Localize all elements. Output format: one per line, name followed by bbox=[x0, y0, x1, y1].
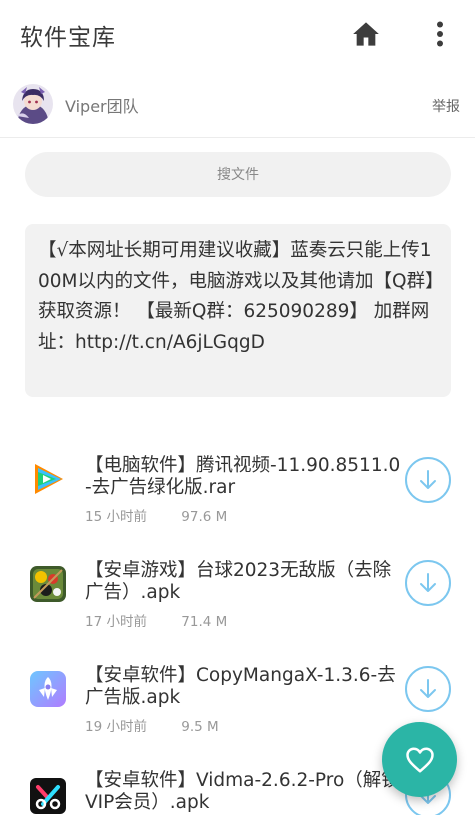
download-button[interactable] bbox=[405, 560, 451, 606]
avatar-image bbox=[13, 84, 53, 124]
uploader-row: Viper团队 举报 bbox=[0, 80, 475, 138]
file-size: 9.5 M bbox=[181, 719, 219, 735]
file-meta: 17 小时前 71.4 M bbox=[85, 610, 227, 630]
avatar[interactable] bbox=[13, 84, 53, 124]
file-time: 15 小时前 bbox=[85, 509, 147, 525]
favorite-fab[interactable] bbox=[382, 722, 457, 797]
file-size: 97.6 M bbox=[181, 509, 228, 525]
app-bar: 软件宝库 bbox=[0, 0, 475, 68]
file-list-item[interactable]: 【安卓游戏】台球2023无敌版（去除广告）.apk 17 小时前 71.4 M bbox=[0, 545, 475, 645]
file-meta: 19 小时前 9.5 M bbox=[85, 715, 219, 735]
tencent-video-icon bbox=[35, 464, 63, 494]
download-button[interactable] bbox=[405, 457, 451, 503]
file-list-item[interactable]: 【电脑软件】腾讯视频-11.90.8511.0-去广告绿化版.rar 15 小时… bbox=[0, 440, 475, 540]
app-title: 软件宝库 bbox=[20, 25, 116, 51]
file-time: 19 小时前 bbox=[85, 719, 147, 735]
file-name: 【安卓软件】CopyMangaX-1.3.6-去广告版.apk bbox=[85, 665, 396, 708]
copymanga-icon bbox=[30, 671, 66, 707]
heart-icon bbox=[405, 747, 434, 772]
download-arrow-icon bbox=[420, 573, 436, 592]
page: 软件宝库 Viper团队 举报 搜文件 【√本网址长期可用建议收藏】蓝奏云只能上… bbox=[0, 0, 475, 815]
report-link[interactable]: 举报 bbox=[432, 96, 460, 116]
download-arrow-icon bbox=[420, 679, 436, 698]
vidma-icon bbox=[30, 778, 66, 814]
search-box bbox=[25, 152, 451, 197]
uploader-name[interactable]: Viper团队 bbox=[65, 93, 139, 117]
file-name: 【安卓游戏】台球2023无敌版（去除广告）.apk bbox=[85, 560, 392, 603]
file-time: 17 小时前 bbox=[85, 614, 147, 630]
file-name: 【电脑软件】腾讯视频-11.90.8511.0-去广告绿化版.rar bbox=[85, 455, 401, 498]
download-arrow-icon bbox=[420, 470, 436, 489]
search-input[interactable] bbox=[25, 152, 451, 197]
more-vertical-icon bbox=[437, 21, 443, 47]
billiards-icon bbox=[30, 566, 66, 602]
file-size: 71.4 M bbox=[181, 614, 228, 630]
more-options-button[interactable] bbox=[426, 18, 454, 50]
home-button[interactable] bbox=[350, 18, 382, 50]
home-icon bbox=[353, 22, 379, 46]
file-meta: 15 小时前 97.6 M bbox=[85, 505, 227, 525]
file-name: 【安卓软件】Vidma-2.6.2-Pro（解锁VIP会员）.apk bbox=[85, 770, 400, 813]
notice-panel: 【√本网址长期可用建议收藏】蓝奏云只能上传100M以内的文件，电脑游戏以及其他请… bbox=[25, 224, 451, 397]
download-button[interactable] bbox=[405, 666, 451, 712]
